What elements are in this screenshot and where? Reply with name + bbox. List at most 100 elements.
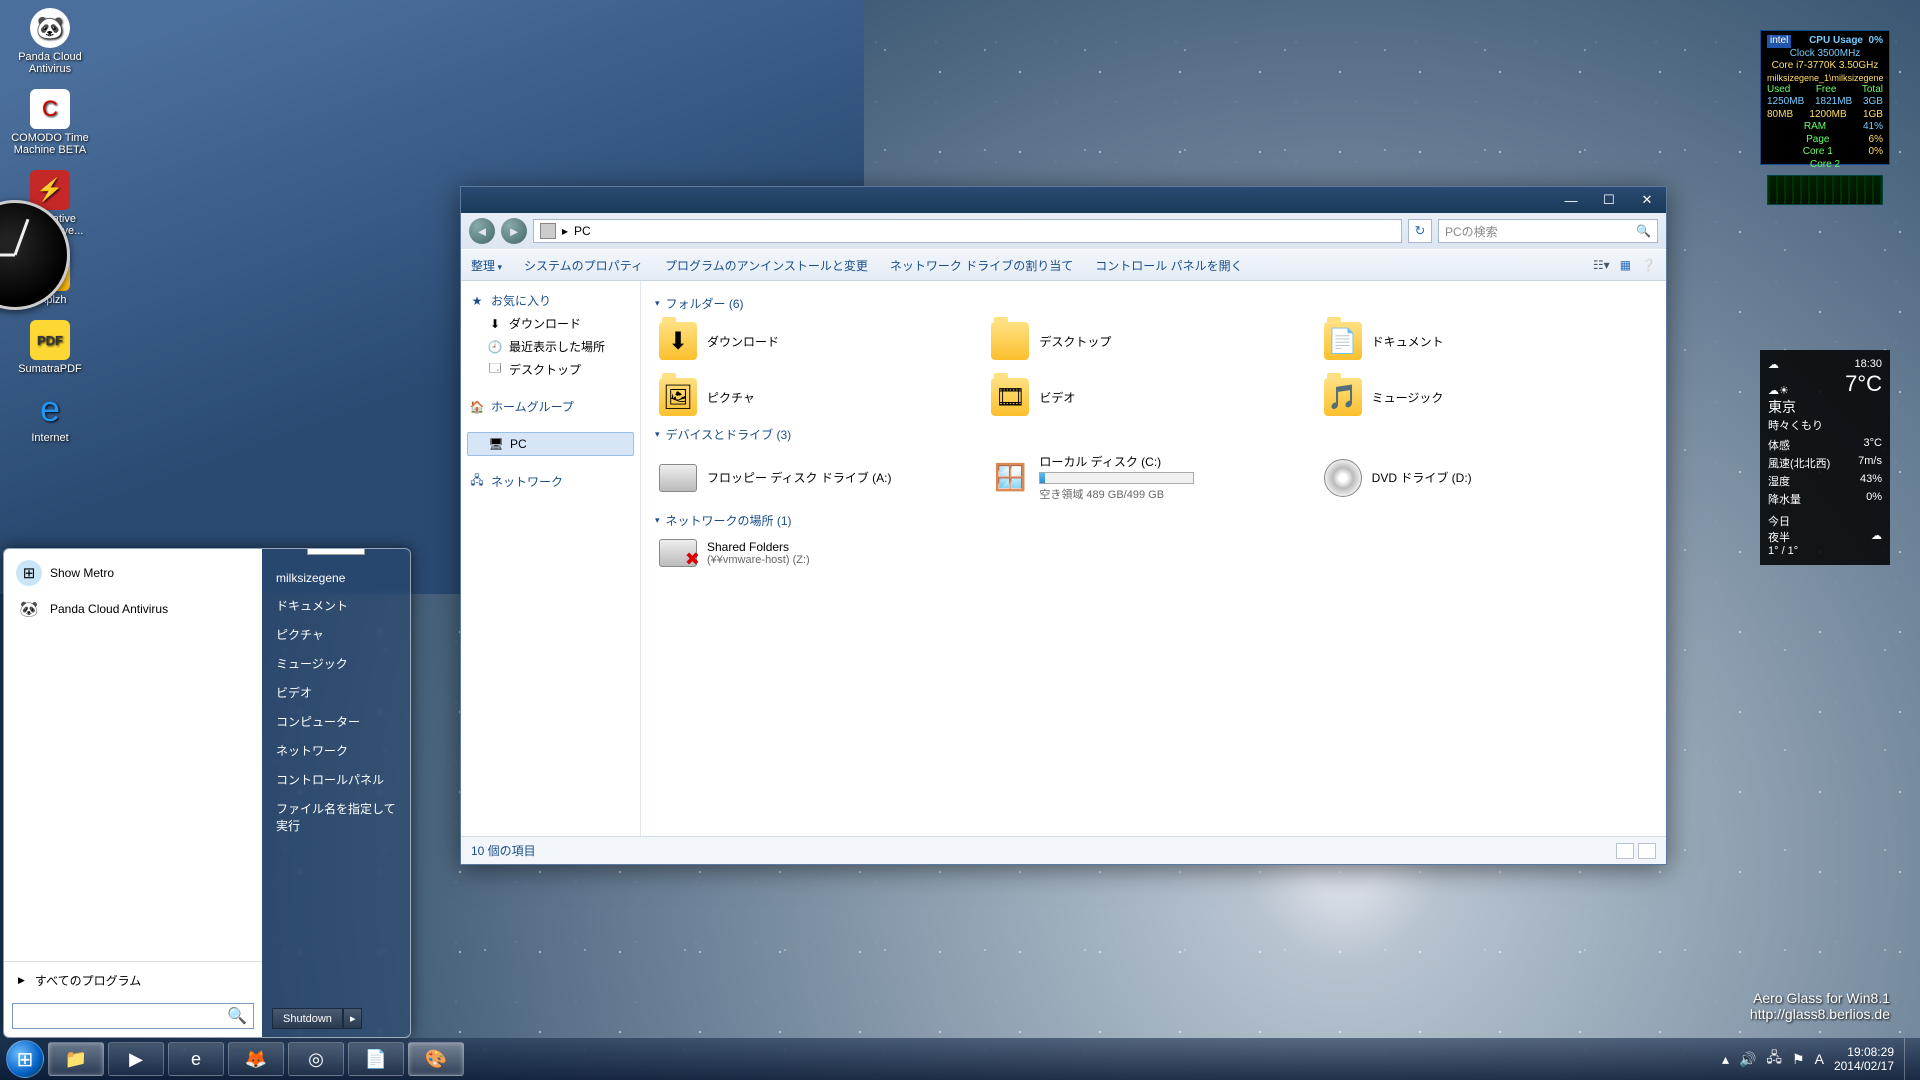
- system-tray[interactable]: ▴ 🔊 🖧 ⚑ A 19:08:292014/02/17: [1722, 1038, 1914, 1080]
- shutdown-button[interactable]: Shutdown: [272, 1008, 343, 1029]
- item-label: ビデオ: [1039, 389, 1075, 406]
- cpu-gadget[interactable]: intelCPU Usage 0% Clock 3500MHz Core i7-…: [1760, 30, 1890, 165]
- icon-label: COMODO TimeMachine BETA: [6, 132, 94, 156]
- weather-line: 風速(北北西)7m/s: [1768, 455, 1882, 471]
- preview-pane-icon[interactable]: ▦: [1620, 258, 1631, 272]
- sidebar-item[interactable]: 🗔デスクトップ: [467, 358, 634, 381]
- close-button[interactable]: ✕: [1628, 187, 1666, 213]
- folder-icon: ⬇: [659, 322, 697, 360]
- item-label: Shared Folders: [707, 540, 810, 554]
- maximize-button[interactable]: ☐: [1590, 187, 1628, 213]
- start-link[interactable]: コンピューター: [272, 707, 400, 736]
- folder-icon: [991, 322, 1029, 360]
- desktop-icon[interactable]: CCOMODO TimeMachine BETA: [6, 85, 94, 166]
- sidebar-network[interactable]: 🖧ネットワーク: [467, 470, 634, 493]
- view-options-icon[interactable]: ☷▾: [1593, 258, 1610, 272]
- start-user[interactable]: milksizegene: [272, 565, 400, 591]
- desktop-icon[interactable]: PDFSumatraPDF: [6, 316, 94, 385]
- start-app[interactable]: 🐼 Panda Cloud Antivirus: [8, 591, 258, 627]
- app-label: Panda Cloud Antivirus: [50, 602, 168, 616]
- section-network[interactable]: ネットワークの場所 (1): [655, 506, 1652, 535]
- tb-sysprop[interactable]: システムのプロパティ: [524, 257, 643, 274]
- volume-icon[interactable]: 🔊: [1739, 1051, 1756, 1068]
- app-icon: 🐼: [16, 596, 42, 622]
- desktop-icon[interactable]: 🐼Panda CloudAntivirus: [6, 4, 94, 85]
- show-desktop[interactable]: [1904, 1038, 1914, 1080]
- sidebar-homegroup[interactable]: 🏠ホームグループ: [467, 395, 634, 418]
- nav-row: ◄ ► ▸ PC ↻ PCの検索 🔍: [461, 213, 1666, 249]
- desktop-icon[interactable]: eInternet: [6, 385, 94, 454]
- titlebar[interactable]: — ☐ ✕: [461, 187, 1666, 213]
- taskbar-firefox[interactable]: 🦊: [228, 1042, 284, 1076]
- item-sub: (¥¥vmware-host) (Z:): [707, 554, 810, 566]
- taskbar-notepad[interactable]: 📄: [348, 1042, 404, 1076]
- folder-item[interactable]: デスクトップ: [987, 318, 1319, 364]
- taskbar-ie[interactable]: e: [168, 1042, 224, 1076]
- drive-item[interactable]: DVD ドライブ (D:): [1320, 449, 1652, 506]
- sidebar-favorites[interactable]: ★お気に入り: [467, 289, 634, 312]
- folder-item[interactable]: 🖼ピクチャ: [655, 374, 987, 420]
- tray-up-icon[interactable]: ▴: [1722, 1051, 1729, 1068]
- start-link[interactable]: ネットワーク: [272, 736, 400, 765]
- explorer-search[interactable]: PCの検索 🔍: [1438, 219, 1658, 243]
- taskbar-paint[interactable]: 🎨: [408, 1042, 464, 1076]
- folder-item[interactable]: 🎞ビデオ: [987, 374, 1319, 420]
- organize-menu[interactable]: 整理: [471, 257, 502, 274]
- item-count: 10 個の項目: [471, 842, 536, 859]
- weather-gadget[interactable]: ☁18:30 ☁☀7°C 東京 時々くもり 体感3°C風速(北北西)7m/s湿度…: [1760, 350, 1890, 565]
- section-drives[interactable]: デバイスとドライブ (3): [655, 420, 1652, 449]
- minimize-button[interactable]: —: [1552, 187, 1590, 213]
- taskbar-chrome[interactable]: ◎: [288, 1042, 344, 1076]
- network-icon[interactable]: 🖧: [1766, 1047, 1782, 1071]
- tb-uninstall[interactable]: プログラムのアンインストールと変更: [665, 257, 868, 274]
- start-link[interactable]: ピクチャ: [272, 620, 400, 649]
- back-button[interactable]: ◄: [469, 218, 495, 244]
- tb-mapdrive[interactable]: ネットワーク ドライブの割り当て: [890, 257, 1073, 274]
- start-menu-apps: ⊞Show Metro 🐼 Panda Cloud Antivirus: [4, 549, 262, 961]
- start-link[interactable]: ファイル名を指定して実行: [272, 794, 400, 840]
- start-link[interactable]: コントロールパネル: [272, 765, 400, 794]
- taskbar-explorer[interactable]: 📁: [48, 1042, 104, 1076]
- section-folders[interactable]: フォルダー (6): [655, 289, 1652, 318]
- cpu-graph: [1767, 175, 1883, 205]
- breadcrumb[interactable]: PC: [574, 224, 591, 238]
- all-programs[interactable]: すべてのプログラム: [4, 961, 262, 999]
- flag-icon[interactable]: ⚑: [1792, 1051, 1805, 1068]
- user-tile[interactable]: 👤: [307, 548, 365, 555]
- start-link[interactable]: ミュージック: [272, 649, 400, 678]
- address-bar[interactable]: ▸ PC: [533, 219, 1402, 243]
- sidebar-item[interactable]: 🕘最近表示した場所: [467, 335, 634, 358]
- ime-indicator[interactable]: A: [1815, 1051, 1824, 1067]
- search-icon: 🔍: [227, 1006, 247, 1026]
- sidebar-item[interactable]: ⬇ダウンロード: [467, 312, 634, 335]
- drive-item[interactable]: フロッピー ディスク ドライブ (A:): [655, 449, 987, 506]
- taskbar-wmp[interactable]: ▶: [108, 1042, 164, 1076]
- sidebar-pc[interactable]: 🖥PC: [467, 432, 634, 456]
- folder-item[interactable]: ⬇ダウンロード: [655, 318, 987, 364]
- view-buttons[interactable]: [1616, 843, 1656, 859]
- statusbar: 10 個の項目: [461, 836, 1666, 864]
- start-button[interactable]: ⊞: [6, 1040, 44, 1078]
- network-item[interactable]: ✖Shared Folders(¥¥vmware-host) (Z:): [655, 535, 987, 571]
- sidebar-item-label: デスクトップ: [509, 361, 581, 378]
- folder-item[interactable]: 📄ドキュメント: [1320, 318, 1652, 364]
- pc-icon: [540, 223, 556, 239]
- shutdown-options[interactable]: ▸: [343, 1008, 363, 1029]
- item-label: ミュージック: [1372, 389, 1444, 406]
- tb-cpanel[interactable]: コントロール パネルを開く: [1095, 257, 1242, 274]
- start-search[interactable]: 🔍: [12, 1003, 254, 1029]
- folder-item[interactable]: 🎵ミュージック: [1320, 374, 1652, 420]
- sidebar-item-icon: 🕘: [487, 339, 503, 355]
- drive-item[interactable]: 🪟ローカル ディスク (C:)空き領域 489 GB/499 GB: [987, 449, 1319, 506]
- refresh-button[interactable]: ↻: [1408, 219, 1432, 243]
- icon-label: SumatraPDF: [6, 363, 94, 375]
- start-search-input[interactable]: [19, 1009, 227, 1023]
- help-icon[interactable]: ❔: [1641, 258, 1656, 272]
- forward-button[interactable]: ►: [501, 218, 527, 244]
- start-link[interactable]: ドキュメント: [272, 591, 400, 620]
- taskbar-clock[interactable]: 19:08:292014/02/17: [1834, 1045, 1894, 1074]
- folder-icon: 📄: [1324, 322, 1362, 360]
- start-app[interactable]: ⊞Show Metro: [8, 555, 258, 591]
- start-link[interactable]: ビデオ: [272, 678, 400, 707]
- item-label: ピクチャ: [707, 389, 755, 406]
